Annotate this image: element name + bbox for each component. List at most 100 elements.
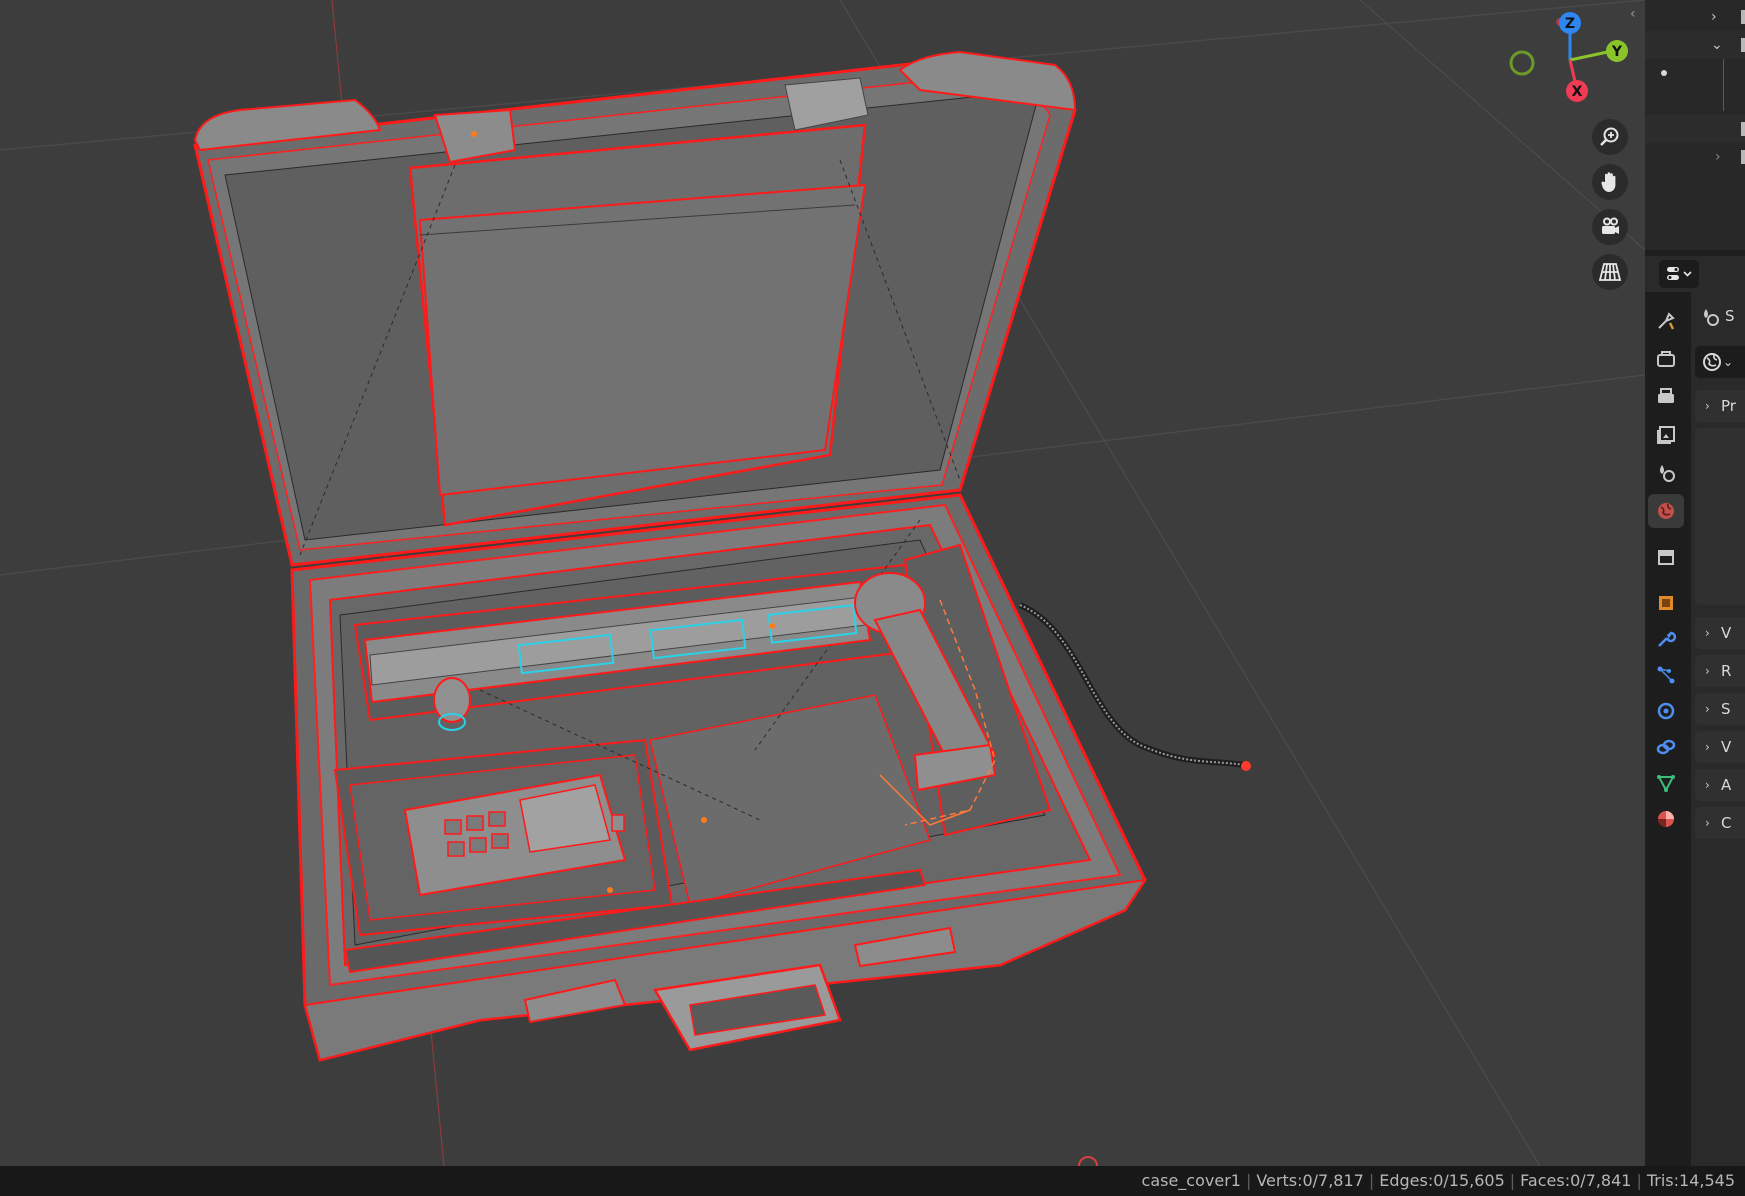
panel-body <box>1695 437 1745 605</box>
tab-constraints[interactable] <box>1648 730 1684 764</box>
render-icon <box>1657 351 1675 367</box>
tris-count: Tris:14,545 <box>1646 1171 1735 1190</box>
view-layer-icon <box>1657 426 1675 444</box>
chevron-right-icon: › <box>1705 740 1710 754</box>
panel-header[interactable]: › C <box>1695 807 1745 839</box>
faces-count: Faces:0/7,841 <box>1520 1171 1632 1190</box>
y-axis-label: Y <box>1611 44 1623 60</box>
panel-header[interactable]: › V <box>1695 617 1745 649</box>
chevron-down-icon: ⌄ <box>1723 355 1734 369</box>
viewport-scene[interactable] <box>0 0 1645 1166</box>
scene-statistics: case_cover1 | Verts:0/7,817 | Edges:0/15,605… <box>1141 1171 1735 1190</box>
panel-label: R <box>1721 662 1732 680</box>
panel-header[interactable]: › A <box>1695 769 1745 801</box>
tab-output[interactable] <box>1648 380 1684 414</box>
tab-material[interactable] <box>1648 802 1684 836</box>
verts-count: Verts:0/7,817 <box>1256 1171 1364 1190</box>
neg-y-axis-dot[interactable] <box>1509 50 1535 76</box>
material-icon <box>1658 811 1674 827</box>
tab-scene[interactable] <box>1648 456 1684 490</box>
particles-icon <box>1657 666 1675 684</box>
physics-icon <box>1657 702 1675 720</box>
object-icon <box>1659 596 1673 610</box>
panel-label: C <box>1721 814 1732 832</box>
tab-render[interactable] <box>1648 342 1684 376</box>
properties-header <box>1645 256 1745 292</box>
properties-tabs <box>1645 292 1691 1166</box>
3d-cursor <box>1078 1156 1098 1166</box>
scene-icon <box>1704 309 1719 326</box>
chevron-right-icon: › <box>1705 664 1710 678</box>
case-lid[interactable] <box>193 50 1077 567</box>
tab-data[interactable] <box>1648 766 1684 800</box>
grid-icon <box>1598 263 1622 281</box>
chevron-right-icon: › <box>1705 778 1710 792</box>
properties-editor-icon <box>1667 267 1692 280</box>
chevron-right-icon: › <box>1705 399 1710 413</box>
panel-header[interactable]: › V <box>1695 731 1745 763</box>
chevron-right-icon[interactable]: › <box>1711 3 1717 31</box>
editor-type-button[interactable] <box>1659 260 1699 288</box>
panel-header[interactable]: › S <box>1695 693 1745 725</box>
outliner-panel[interactable]: › ⌄ › <box>1645 0 1745 250</box>
navigation-gizmo[interactable]: Z Y X <box>1495 5 1630 115</box>
pan-button[interactable] <box>1592 164 1628 200</box>
camera-icon <box>1602 217 1619 234</box>
tab-particles[interactable] <box>1648 658 1684 692</box>
data-icon <box>1657 775 1675 793</box>
tool-icon <box>1658 312 1675 330</box>
right-editor-area: › ⌄ › S ⌄ › Pr › V › R › S › V › A › C <box>1645 0 1745 1166</box>
zoom-button[interactable] <box>1592 119 1628 155</box>
panel-label: V <box>1721 738 1732 756</box>
world-icon <box>1703 353 1721 371</box>
chevron-right-icon[interactable]: › <box>1715 143 1721 171</box>
chevron-down-icon[interactable]: ⌄ <box>1711 31 1723 59</box>
properties-content: S ⌄ › Pr ⌄ S › V › R › S › V <box>1691 292 1745 1166</box>
outliner-row[interactable]: › <box>1645 143 1745 171</box>
panel-label: A <box>1721 776 1732 794</box>
chevron-right-icon: › <box>1705 816 1710 830</box>
outliner-row[interactable] <box>1645 115 1745 143</box>
collection-icon <box>1741 38 1745 52</box>
object-icon <box>1741 122 1745 136</box>
scene-icon <box>1660 465 1675 482</box>
status-bar: case_cover1 | Verts:0/7,817 | Edges:0/15,605… <box>0 1166 1745 1196</box>
context-label: S <box>1725 307 1735 325</box>
x-axis-label: X <box>1572 84 1583 100</box>
panel-label: S <box>1721 700 1731 718</box>
panel-header[interactable]: › R <box>1695 655 1745 687</box>
tab-tool[interactable] <box>1648 304 1684 338</box>
world-selector[interactable]: ⌄ <box>1695 346 1745 378</box>
active-object-name: case_cover1 <box>1141 1171 1241 1190</box>
sidebar-toggle-icon[interactable]: ‹ <box>1630 6 1644 22</box>
perspective-toggle-button[interactable] <box>1592 254 1628 290</box>
constraints-icon <box>1656 739 1676 755</box>
3d-viewport[interactable]: Z Y X ‹ <box>0 0 1645 1166</box>
panel-label: Pr <box>1721 397 1736 415</box>
outliner-row[interactable] <box>1645 59 1745 111</box>
panel-header[interactable]: › Pr <box>1695 390 1745 422</box>
collection-icon <box>1658 550 1674 565</box>
active-dot-icon <box>1661 70 1667 76</box>
outliner-row[interactable]: › <box>1645 3 1745 31</box>
zoom-icon <box>1600 127 1619 146</box>
tab-modifiers[interactable] <box>1648 622 1684 656</box>
camera-view-button[interactable] <box>1592 209 1628 245</box>
cable-connector[interactable] <box>1241 761 1251 771</box>
tab-physics[interactable] <box>1648 694 1684 728</box>
chevron-right-icon: › <box>1705 702 1710 716</box>
tab-view-layer[interactable] <box>1648 418 1684 452</box>
tab-collection[interactable] <box>1648 540 1684 574</box>
edges-count: Edges:0/15,605 <box>1379 1171 1505 1190</box>
tab-world[interactable] <box>1648 494 1684 528</box>
collection-icon <box>1741 10 1745 24</box>
object-icon <box>1741 150 1745 164</box>
z-axis-label: Z <box>1565 16 1575 32</box>
hand-pan-icon <box>1601 172 1616 192</box>
modifier-icon <box>1658 631 1677 647</box>
outliner-row[interactable]: ⌄ <box>1645 31 1745 59</box>
chevron-right-icon: › <box>1705 626 1710 640</box>
tab-object[interactable] <box>1648 586 1684 620</box>
case-base[interactable] <box>290 493 1148 1062</box>
panel-label: V <box>1721 624 1732 642</box>
